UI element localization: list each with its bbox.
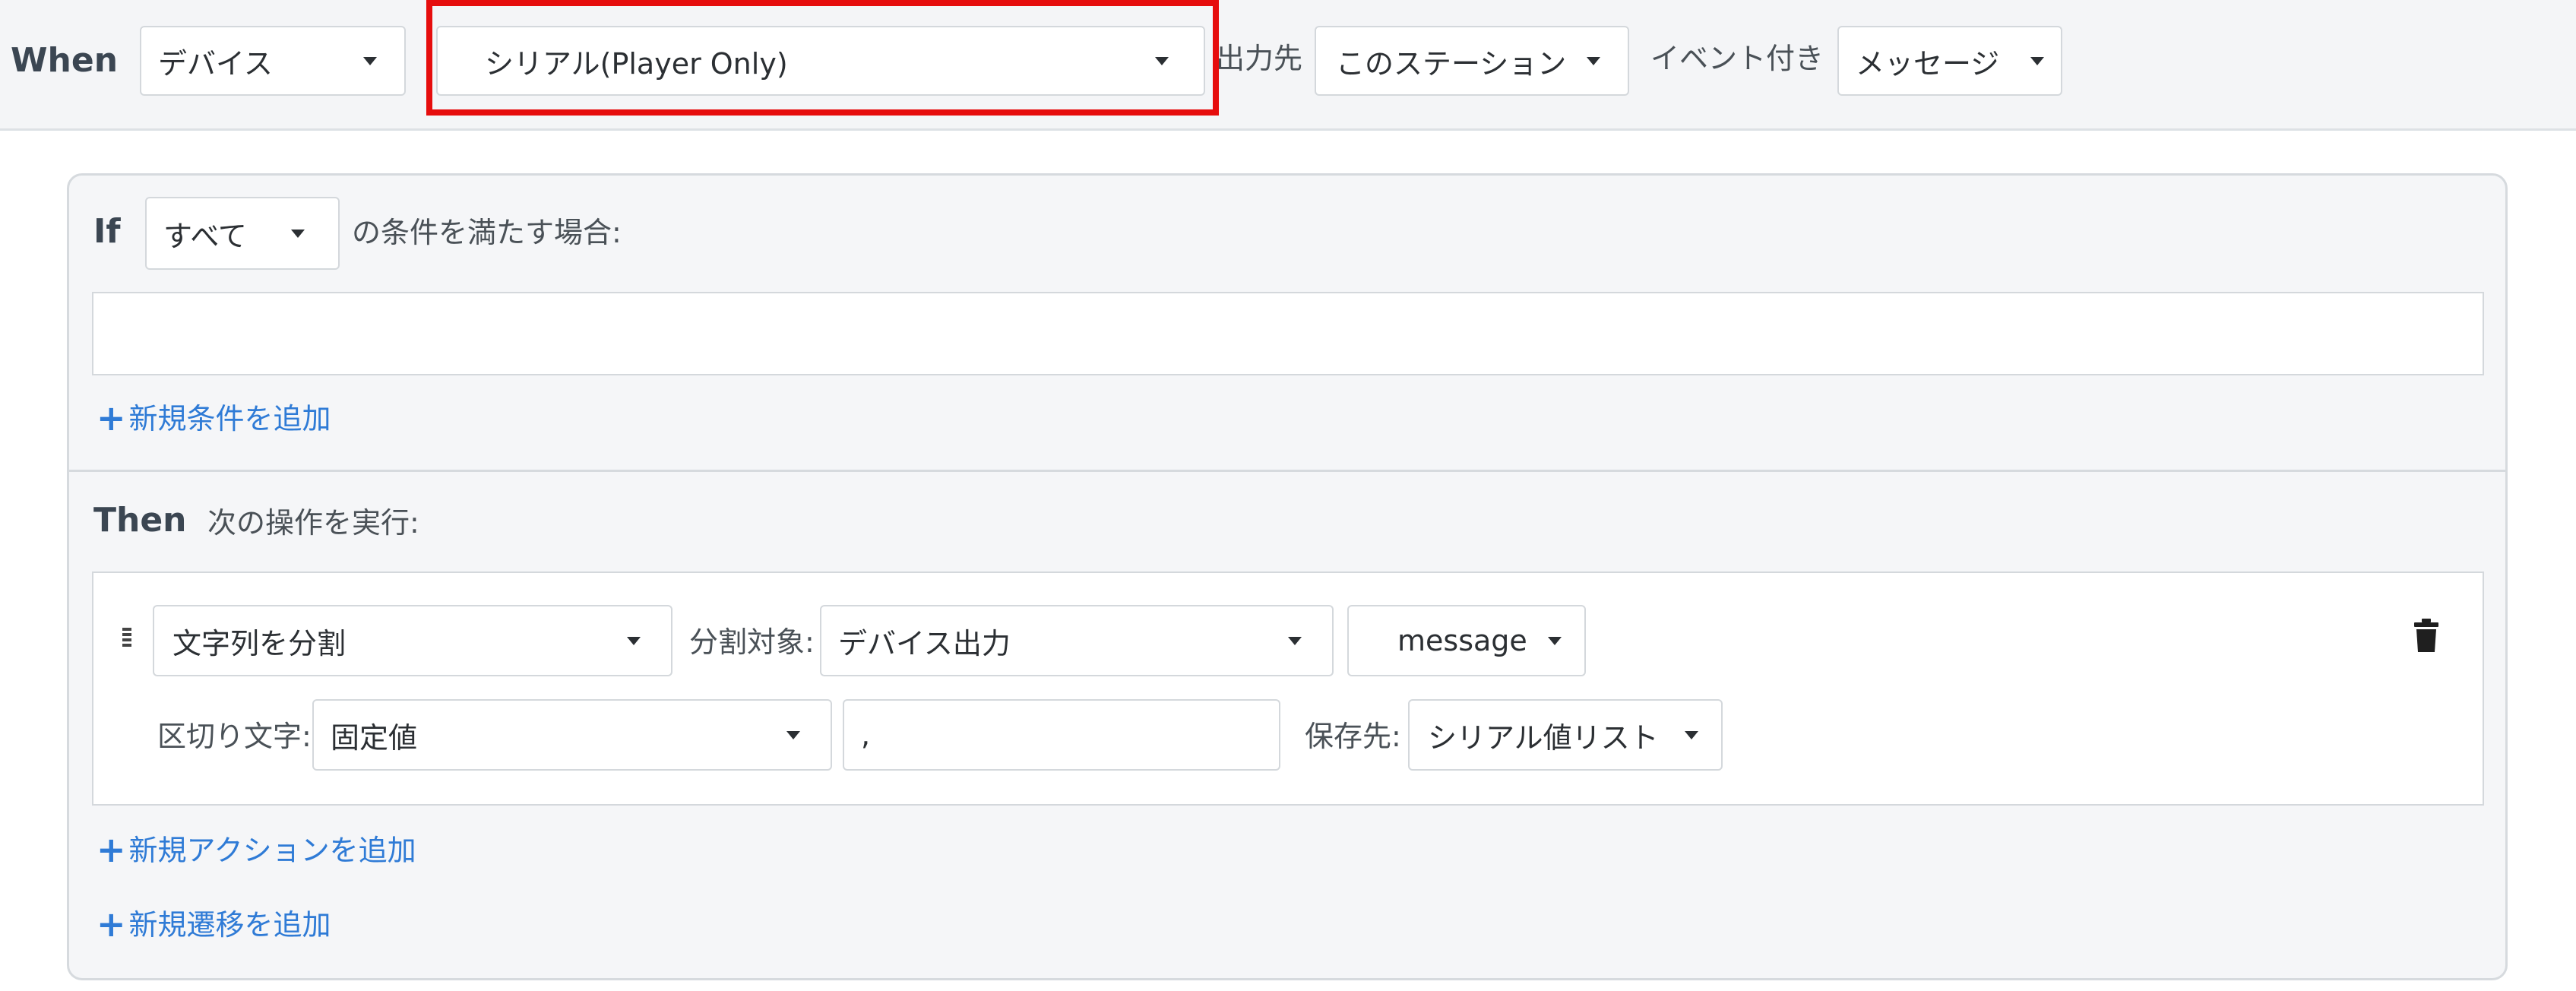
device-select-value: デバイス — [158, 46, 273, 81]
when-keyword: When — [11, 41, 119, 80]
output-to-select[interactable]: このステーション — [1315, 26, 1629, 96]
chevron-down-icon — [1288, 636, 1302, 645]
delimiter-value-input[interactable]: , — [843, 699, 1280, 771]
chevron-down-icon — [1548, 636, 1562, 645]
action-card: 文字列を分割 分割対象: デバイス出力 message 区切り文字: 固定値 ,… — [92, 571, 2484, 806]
delimiter-mode-select-value: 固定値 — [331, 720, 418, 755]
action-type-select[interactable]: 文字列を分割 — [153, 605, 672, 676]
chevron-down-icon — [786, 730, 800, 739]
conditions-list — [92, 292, 2484, 375]
event-select[interactable]: メッセージ — [1837, 26, 2062, 96]
if-keyword: If — [93, 212, 121, 251]
when-bar: When デバイス シリアル(Player Only) 出力先 このステーション… — [0, 0, 2576, 131]
field-select-value: message — [1397, 624, 1527, 657]
chevron-down-icon — [2030, 56, 2044, 65]
section-divider — [69, 470, 2505, 472]
chevron-down-icon — [291, 229, 305, 238]
event-label: イベント付き — [1650, 42, 1824, 75]
split-target-select[interactable]: デバイス出力 — [820, 605, 1334, 676]
chevron-down-icon — [1685, 730, 1698, 739]
add-action-label: 新規アクションを追加 — [128, 834, 416, 867]
then-description: 次の操作を実行: — [207, 506, 419, 540]
save-to-select[interactable]: シリアル値リスト — [1408, 699, 1723, 771]
highlight-box — [426, 0, 1219, 116]
delimiter-label: 区切り文字: — [157, 720, 312, 753]
add-condition-label: 新規条件を追加 — [128, 402, 331, 435]
add-transition-label: 新規遷移を追加 — [128, 908, 331, 942]
action-type-select-value: 文字列を分割 — [172, 626, 347, 660]
add-action-link[interactable]: + 新規アクションを追加 — [97, 832, 416, 867]
trash-icon[interactable] — [2414, 619, 2438, 652]
chevron-down-icon — [1587, 56, 1600, 65]
field-select[interactable]: message — [1347, 605, 1586, 676]
device-select[interactable]: デバイス — [140, 26, 406, 96]
output-to-label: 出力先 — [1216, 42, 1303, 75]
add-condition-link[interactable]: + 新規条件を追加 — [97, 401, 331, 435]
match-suffix: の条件を満たす場合: — [352, 216, 622, 249]
split-target-label: 分割対象: — [689, 625, 815, 659]
add-transition-link[interactable]: + 新規遷移を追加 — [97, 907, 331, 942]
event-select-value: メッセージ — [1856, 46, 2000, 81]
chevron-down-icon — [627, 636, 641, 645]
plus-icon: + — [97, 829, 126, 870]
split-target-select-value: デバイス出力 — [838, 626, 1011, 660]
output-to-select-value: このステーション — [1336, 46, 1567, 81]
save-to-label: 保存先: — [1305, 720, 1401, 753]
match-select-value: すべて — [163, 219, 247, 253]
match-select[interactable]: すべて — [145, 197, 340, 270]
chevron-down-icon — [363, 56, 377, 65]
save-to-select-value: シリアル値リスト — [1428, 720, 1659, 755]
plus-icon: + — [97, 397, 126, 439]
plus-icon: + — [97, 904, 126, 945]
rule-panel: If すべて の条件を満たす場合: + 新規条件を追加 Then 次の操作を実行:… — [67, 173, 2508, 980]
drag-handle-icon[interactable] — [122, 628, 131, 647]
delimiter-value-text: , — [861, 718, 871, 752]
delimiter-mode-select[interactable]: 固定値 — [312, 699, 832, 771]
then-keyword: Then — [93, 501, 187, 540]
